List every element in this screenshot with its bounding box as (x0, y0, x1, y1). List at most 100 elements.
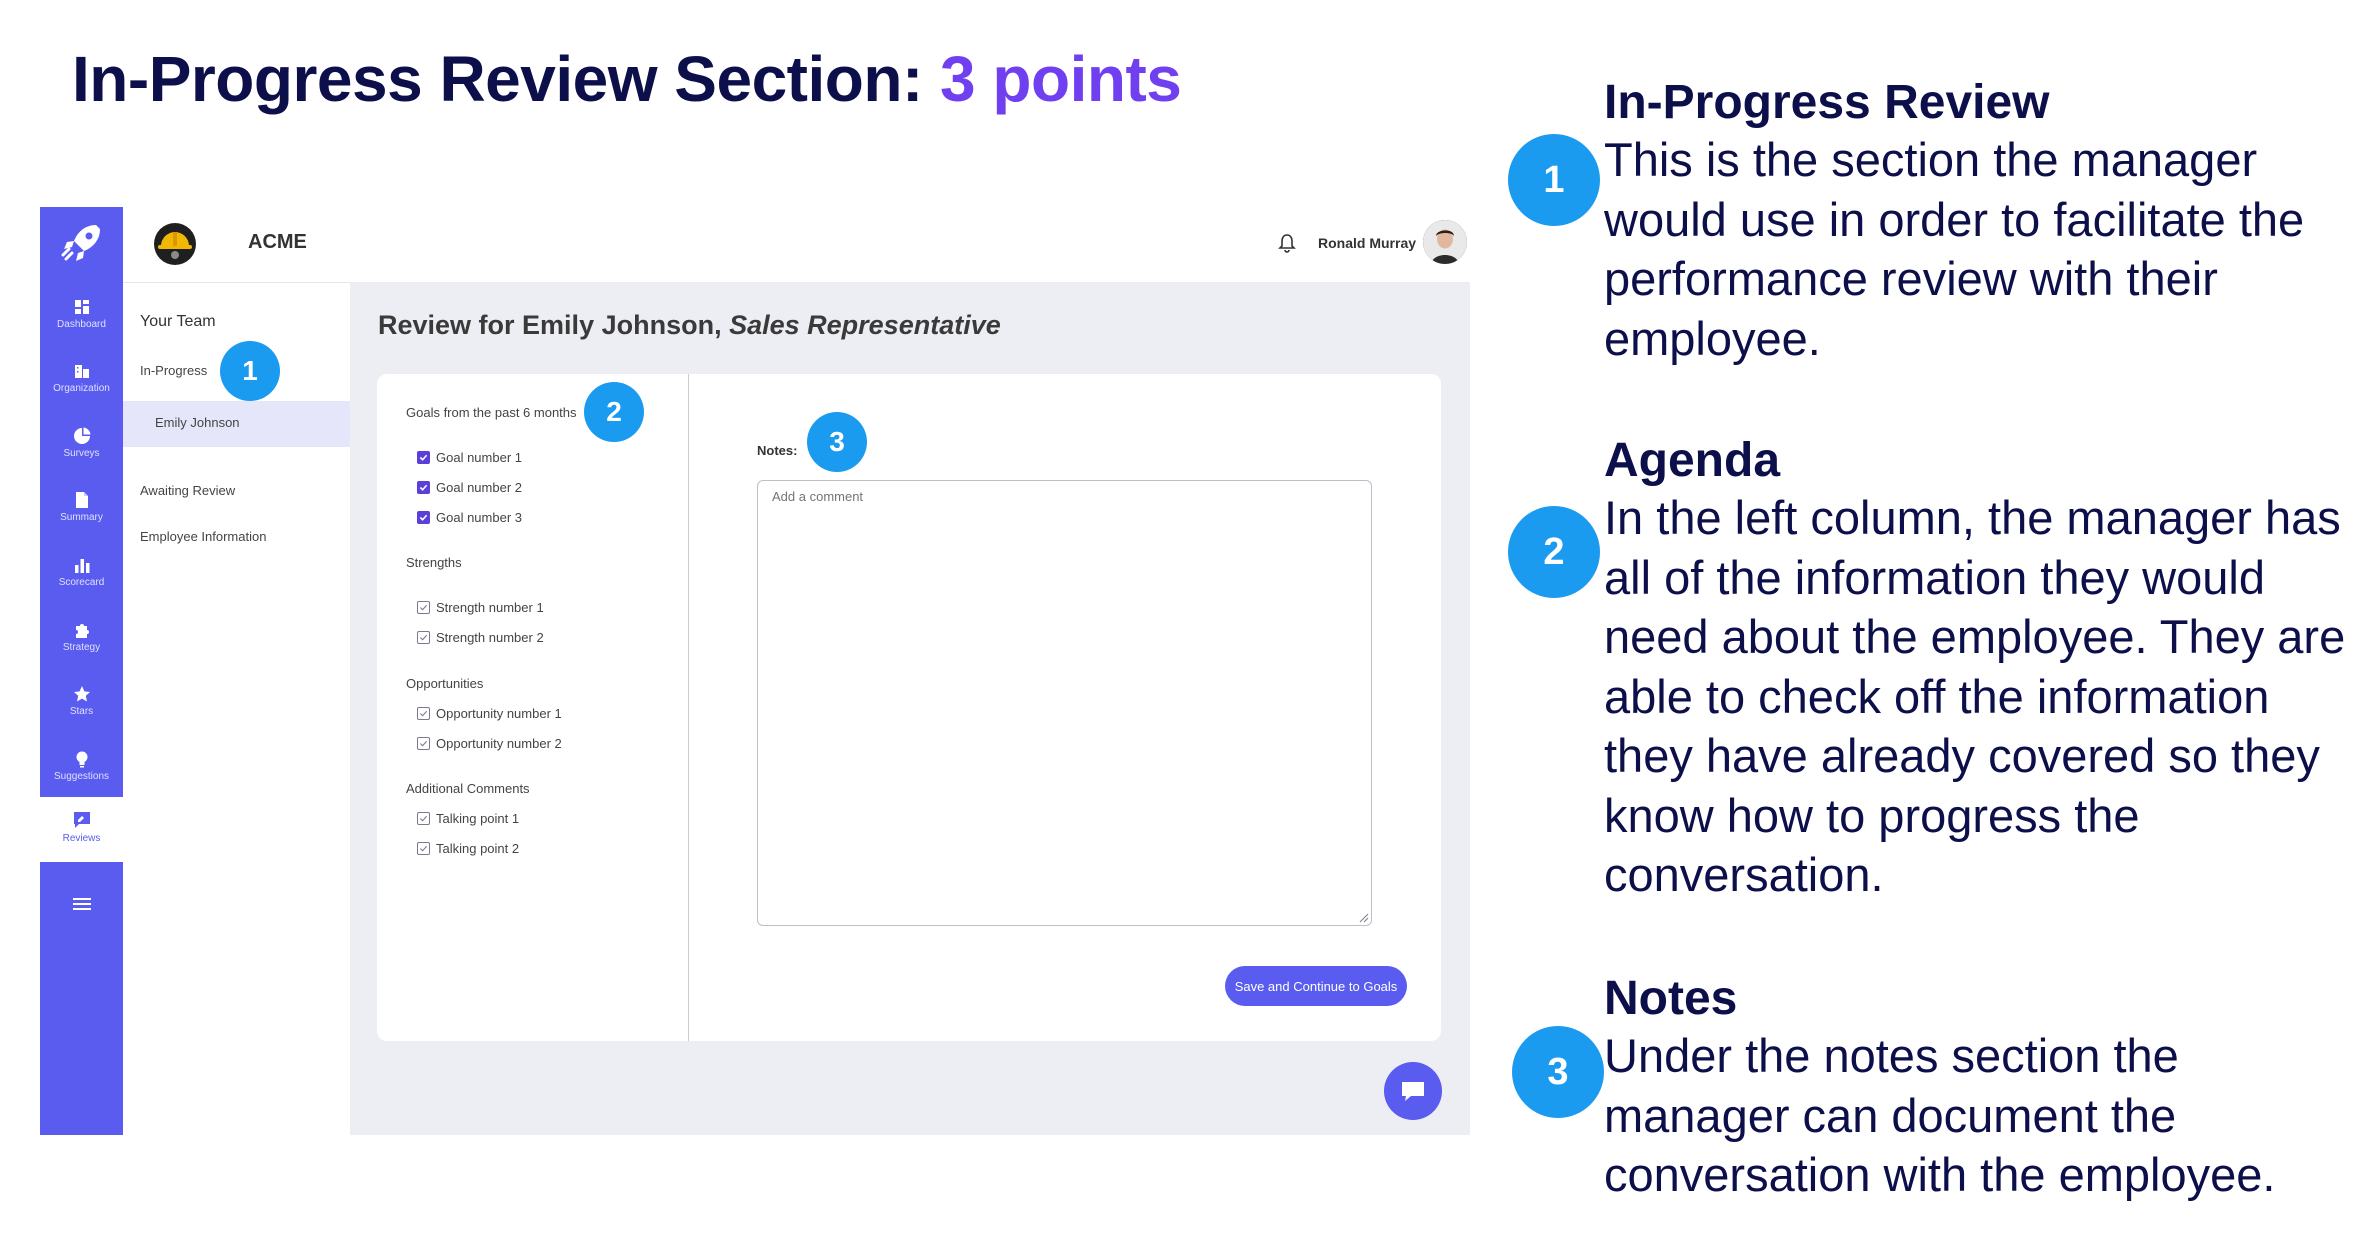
point-agenda: Agenda In the left column, the manager h… (1604, 434, 2364, 905)
icon-rail: Dashboard Organization Surveys Summary S… (40, 207, 123, 1135)
talking-point-checkbox-1[interactable]: Talking point 1 (417, 811, 519, 826)
rail-label: Organization (53, 383, 110, 394)
goal-checkbox-2[interactable]: Goal number 2 (417, 480, 522, 495)
point-heading: In-Progress Review (1604, 76, 2050, 129)
notes-label: Notes: (757, 443, 798, 458)
callout-marker-3: 3 (807, 412, 867, 472)
review-title-role: Sales Representative (729, 310, 1001, 340)
team-subnav: Your Team In-Progress Emily Johnson Awai… (123, 282, 350, 1135)
rail-label: Surveys (63, 448, 100, 459)
summary-icon (75, 492, 88, 508)
rail-item-dashboard[interactable]: Dashboard (40, 287, 123, 347)
strength-label: Strength number 2 (436, 630, 544, 645)
talking-point-label: Talking point 2 (436, 841, 520, 856)
point-heading: Notes (1604, 972, 1738, 1025)
strategy-icon (75, 624, 89, 638)
rail-label: Scorecard (58, 577, 105, 588)
company-name: ACME (248, 231, 307, 253)
checkbox-icon (417, 601, 430, 614)
rail-label: Strategy (62, 642, 101, 653)
checkbox-checked-icon (417, 511, 430, 524)
subnav-item-emily-johnson[interactable]: Emily Johnson (123, 401, 350, 447)
rail-item-surveys[interactable]: Surveys (40, 416, 123, 476)
rocket-logo-icon[interactable] (58, 219, 106, 267)
lightbulb-icon (76, 751, 87, 768)
avatar-photo-icon (1423, 220, 1467, 264)
surveys-icon (73, 427, 90, 444)
subnav-heading: Your Team (140, 313, 216, 330)
organization-icon (74, 365, 89, 378)
goal-checkbox-1[interactable]: Goal number 1 (417, 450, 522, 465)
menu-icon[interactable] (69, 895, 95, 913)
opportunity-label: Opportunity number 1 (436, 706, 562, 721)
rail-label: Suggestions (53, 771, 110, 782)
subnav-item-awaiting-review[interactable]: Awaiting Review (140, 483, 235, 498)
slide-title: In-Progress Review Section: 3 points (72, 42, 1182, 116)
rail-item-suggestions[interactable]: Suggestions (40, 739, 123, 799)
chat-icon (1402, 1082, 1424, 1101)
checkbox-icon (417, 812, 430, 825)
comments-heading: Additional Comments (406, 781, 530, 796)
notes-textarea[interactable] (757, 480, 1372, 926)
rail-item-summary[interactable]: Summary (40, 480, 123, 540)
checkbox-checked-icon (417, 481, 430, 494)
chat-button[interactable] (1384, 1062, 1442, 1120)
avatar[interactable] (1423, 220, 1467, 264)
review-card: Goals from the past 6 months Goal number… (377, 374, 1441, 1041)
point-text: In the left column, the manager has all … (1604, 491, 2346, 901)
callout-marker-2: 2 (584, 382, 644, 442)
goals-heading: Goals from the past 6 months (406, 405, 577, 420)
rail-item-scorecard[interactable]: Scorecard (40, 545, 123, 605)
rail-item-strategy[interactable]: Strategy (40, 610, 123, 670)
strength-label: Strength number 1 (436, 600, 544, 615)
checkbox-icon (417, 737, 430, 750)
opportunity-checkbox-1[interactable]: Opportunity number 1 (417, 706, 562, 721)
rail-item-reviews[interactable]: Reviews (40, 797, 123, 862)
reviews-icon (73, 812, 90, 828)
acme-hardhat-logo-icon (154, 223, 196, 265)
rail-label: Stars (69, 706, 94, 717)
user-name[interactable]: Ronald Murray (1318, 235, 1416, 251)
checkbox-icon (417, 631, 430, 644)
rail-item-stars[interactable]: Stars (40, 674, 123, 734)
talking-point-label: Talking point 1 (436, 811, 520, 826)
app-screenshot: Dashboard Organization Surveys Summary S… (40, 207, 1470, 1135)
resize-grip-icon[interactable] (1357, 911, 1369, 923)
checkbox-icon (417, 842, 430, 855)
page-title: Review for Emily Johnson, Sales Represen… (378, 310, 1001, 341)
slide-title-accent: 3 points (940, 43, 1182, 115)
slide-title-main: In-Progress Review Section: (72, 43, 941, 115)
checkbox-icon (417, 707, 430, 720)
star-icon (73, 686, 90, 702)
dashboard-icon (74, 300, 89, 314)
rail-label: Dashboard (57, 319, 106, 330)
strengths-heading: Strengths (406, 555, 462, 570)
bell-icon[interactable] (1278, 233, 1296, 253)
rail-label-reviews: Reviews (62, 833, 101, 844)
strength-checkbox-2[interactable]: Strength number 2 (417, 630, 544, 645)
strength-checkbox-1[interactable]: Strength number 1 (417, 600, 544, 615)
goal-checkbox-3[interactable]: Goal number 3 (417, 510, 522, 525)
point-in-progress-review: In-Progress Review This is the section t… (1604, 76, 2364, 368)
point-heading: Agenda (1604, 434, 1781, 487)
goal-label: Goal number 1 (436, 450, 522, 465)
scorecard-icon (74, 559, 89, 573)
subnav-item-employee-information[interactable]: Employee Information (140, 529, 266, 544)
opportunities-heading: Opportunities (406, 676, 484, 691)
main-panel: Review for Emily Johnson, Sales Represen… (350, 282, 1470, 1135)
goal-label: Goal number 3 (436, 510, 522, 525)
point-text: This is the section the manager would us… (1604, 133, 2305, 365)
checkbox-checked-icon (417, 451, 430, 464)
save-continue-button[interactable]: Save and Continue to Goals (1225, 966, 1407, 1006)
review-title-prefix: Review for Emily Johnson, (378, 310, 730, 340)
goal-label: Goal number 2 (436, 480, 522, 495)
subnav-employee-label: Emily Johnson (155, 415, 240, 430)
opportunity-checkbox-2[interactable]: Opportunity number 2 (417, 736, 562, 751)
point-text: Under the notes section the manager can … (1604, 1029, 2276, 1201)
callout-marker-1: 1 (220, 341, 280, 401)
subnav-item-in-progress[interactable]: In-Progress (140, 363, 207, 378)
talking-point-checkbox-2[interactable]: Talking point 2 (417, 841, 519, 856)
point-notes: Notes Under the notes section the manage… (1604, 972, 2364, 1205)
rail-item-organization[interactable]: Organization (40, 351, 123, 411)
rail-label: Summary (60, 512, 103, 523)
